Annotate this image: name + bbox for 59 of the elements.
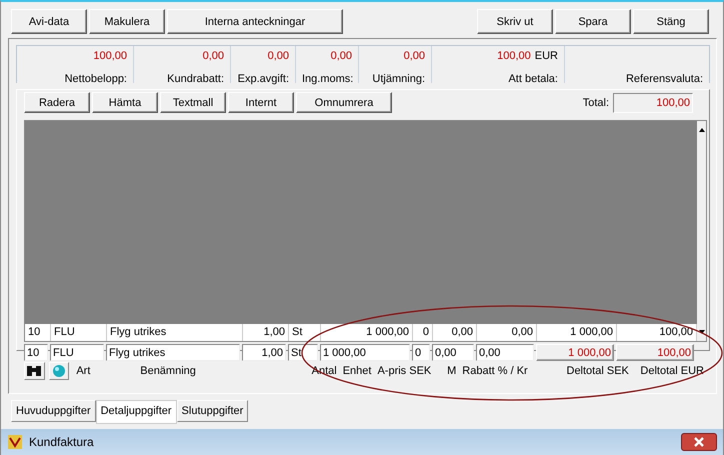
toolbar-button[interactable]: Skriv ut xyxy=(477,9,553,34)
table-cell[interactable]: St xyxy=(289,324,321,341)
row-button[interactable]: Radera xyxy=(24,92,90,113)
column-label: Enhet xyxy=(342,365,372,377)
close-icon xyxy=(693,437,705,447)
input-field[interactable]: St xyxy=(288,344,318,361)
input-field[interactable]: 10 xyxy=(24,344,48,361)
table-cell[interactable]: 10 xyxy=(25,324,51,341)
close-button[interactable] xyxy=(681,433,717,451)
amount: 0,00 xyxy=(266,49,289,64)
input-field[interactable]: 0 xyxy=(412,344,430,361)
scroll-up-icon[interactable] xyxy=(698,127,706,133)
total-field: 100,00 xyxy=(613,93,693,113)
input-field[interactable]: Flyg utrikes xyxy=(106,344,240,361)
column-label: Benämning xyxy=(139,365,197,377)
toolbar-button[interactable]: Stäng xyxy=(633,9,709,34)
input-field[interactable]: 1 000,00 xyxy=(320,344,410,361)
table-cell[interactable]: 0 xyxy=(413,324,433,341)
toolbar-button[interactable]: Spara xyxy=(555,9,631,34)
tab[interactable]: Detaljuppgifter xyxy=(96,400,177,424)
column-label: Deltotal EUR xyxy=(639,365,705,377)
window-title: Kundfaktura xyxy=(29,435,94,449)
table-cell[interactable]: 1 000,00 xyxy=(321,324,413,341)
amount-label: Exp.avgift: xyxy=(237,73,289,85)
amount: 0,00 xyxy=(202,49,224,64)
column-label: Art xyxy=(75,365,92,377)
table-cell[interactable]: Flyg utrikes xyxy=(107,324,243,341)
table-cell[interactable]: 0,00 xyxy=(433,324,477,341)
subtotal-field: 1 000,00 xyxy=(536,344,614,361)
toolbar-button[interactable]: Avi-data xyxy=(11,9,87,34)
total-label: Total: xyxy=(582,97,609,109)
amount: 100,00 xyxy=(92,49,127,64)
table-cell[interactable]: FLU xyxy=(51,324,107,341)
amount: 0,00 xyxy=(402,49,425,64)
toolbar-button[interactable]: Interna anteckningar xyxy=(167,9,343,34)
input-field[interactable]: 0,00 xyxy=(476,344,534,361)
column-label: Deltotal SEK xyxy=(566,365,630,377)
table-cell[interactable]: 1 000,00 xyxy=(537,324,617,341)
amount: 100,00 EUR xyxy=(496,49,558,64)
column-label: M xyxy=(446,365,458,377)
table-cell[interactable]: 0,00 xyxy=(477,324,537,341)
row-button[interactable]: Internt xyxy=(228,92,294,113)
amount-label: Ing.moms: xyxy=(302,73,352,85)
toolbar-button[interactable]: Makulera xyxy=(89,9,165,34)
subtotal-field: 100,00 xyxy=(616,344,694,361)
column-label: Rabatt % / Kr xyxy=(461,365,529,377)
tab[interactable]: Slutuppgifter xyxy=(176,400,248,422)
row-button[interactable]: Hämta xyxy=(92,92,158,113)
row-button[interactable]: Omnumrera xyxy=(296,92,392,113)
row-button[interactable]: Textmall xyxy=(160,92,226,113)
app-icon xyxy=(7,434,23,450)
input-field[interactable]: 0,00 xyxy=(432,344,474,361)
input-field[interactable]: FLU xyxy=(50,344,104,361)
column-label: A-pris SEK xyxy=(376,365,432,377)
scroll-down-icon[interactable] xyxy=(698,329,706,335)
tab[interactable]: Huvuduppgifter xyxy=(11,400,96,422)
input-field[interactable]: 1,00 xyxy=(242,344,286,361)
table-cell[interactable]: 1,00 xyxy=(243,324,289,341)
amount: 0,00 xyxy=(330,49,352,64)
